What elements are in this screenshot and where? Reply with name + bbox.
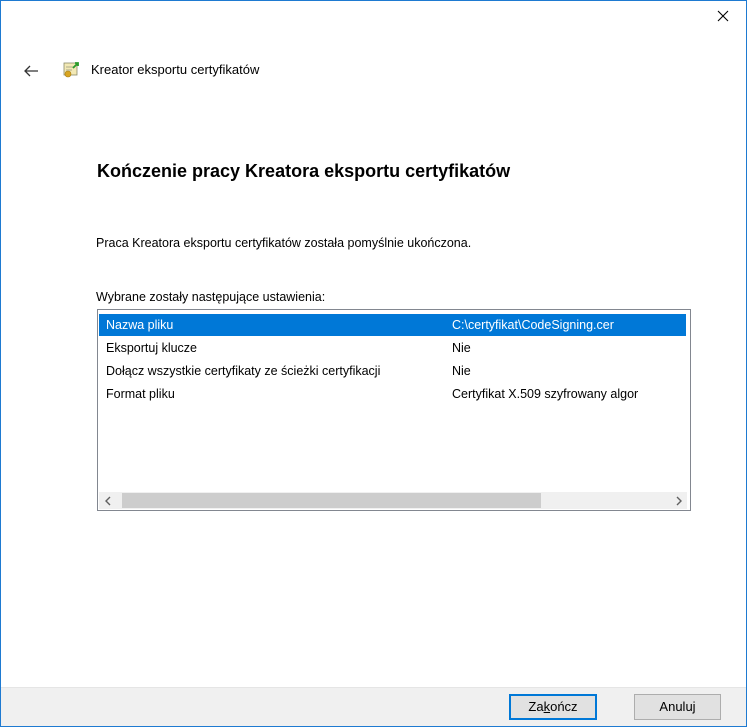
setting-name: Format pliku xyxy=(106,387,175,401)
scroll-right-button[interactable] xyxy=(670,492,687,509)
settings-row-file-format[interactable]: Format pliku Certyfikat X.509 szyfrowany… xyxy=(99,383,686,405)
settings-row-include-chain[interactable]: Dołącz wszystkie certyfikaty ze ścieżki … xyxy=(99,360,686,382)
button-bar: Zakończ Anuluj xyxy=(1,687,746,726)
finish-label-suffix: ończ xyxy=(550,699,578,714)
close-icon xyxy=(717,10,729,22)
cancel-button[interactable]: Anuluj xyxy=(634,694,721,720)
settings-row-file-name[interactable]: Nazwa pliku C:\certyfikat\CodeSigning.ce… xyxy=(99,314,686,336)
close-button[interactable] xyxy=(700,1,746,31)
setting-value: Nie xyxy=(452,364,471,378)
completion-message: Praca Kreatora eksportu certyfikatów zos… xyxy=(96,236,472,250)
page-title: Kończenie pracy Kreatora eksportu certyf… xyxy=(97,161,511,181)
settings-list-label: Wybrane zostały następujące ustawienia: xyxy=(96,290,326,304)
chevron-right-icon xyxy=(676,496,682,505)
setting-value: Nie xyxy=(452,341,471,355)
settings-list[interactable]: Nazwa pliku C:\certyfikat\CodeSigning.ce… xyxy=(97,309,691,511)
scrollbar-thumb[interactable] xyxy=(122,493,541,508)
chevron-left-icon xyxy=(104,496,110,505)
wizard-window: Kreator eksportu certyfikatów Kończenie … xyxy=(0,0,747,727)
finish-label-prefix: Za xyxy=(528,699,544,714)
setting-value: Certyfikat X.509 szyfrowany algor xyxy=(452,387,639,401)
back-button[interactable] xyxy=(19,61,43,81)
settings-row-export-keys[interactable]: Eksportuj klucze Nie xyxy=(99,337,686,359)
certificate-export-icon xyxy=(63,62,79,78)
back-arrow-icon xyxy=(24,65,38,77)
horizontal-scrollbar[interactable] xyxy=(99,492,687,509)
finish-button[interactable]: Zakończ xyxy=(509,694,597,720)
setting-name: Dołącz wszystkie certyfikaty ze ścieżki … xyxy=(106,364,381,378)
setting-name: Eksportuj klucze xyxy=(106,341,198,355)
scroll-left-button[interactable] xyxy=(99,492,116,509)
setting-value: C:\certyfikat\CodeSigning.cer xyxy=(452,318,614,332)
wizard-title: Kreator eksportu certyfikatów xyxy=(91,62,260,77)
setting-name: Nazwa pliku xyxy=(106,318,174,332)
